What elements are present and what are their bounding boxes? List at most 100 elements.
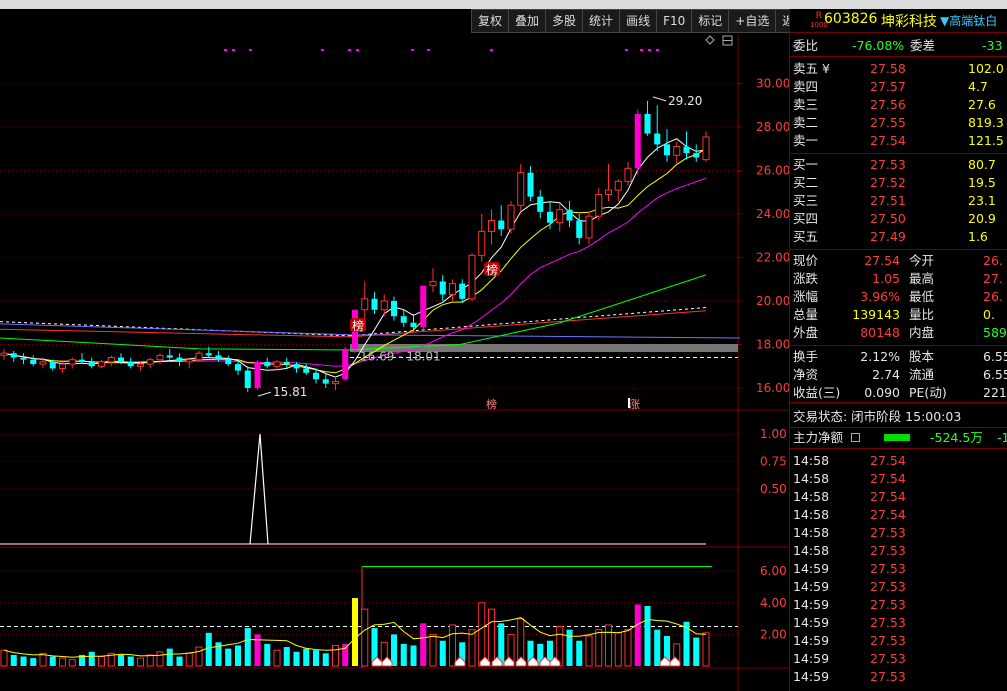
toolbar-add-watchlist-button[interactable]: +自选: [728, 9, 777, 33]
candle-body: [429, 280, 437, 287]
toolbar-f10-button[interactable]: F10: [656, 9, 693, 33]
sell-row[interactable]: 卖一 27.54 121.5: [790, 132, 1007, 150]
fund-value: 0.090: [864, 385, 900, 400]
volume-bar: [644, 605, 651, 666]
order-price: 27.55: [870, 115, 906, 130]
volume-bar: [205, 632, 212, 666]
quote-value: 27.54: [864, 253, 900, 268]
fund-label: 换手: [793, 349, 819, 364]
candle-body: [156, 354, 164, 361]
tick-price: 27.53: [870, 543, 906, 558]
sell-row[interactable]: 卖二 27.55 819.3: [790, 114, 1007, 132]
volume-bar: [97, 656, 106, 667]
sell-row[interactable]: 卖三 27.56 27.6: [790, 96, 1007, 114]
candle-body: [693, 153, 700, 158]
quote-value: 139143: [852, 307, 900, 322]
candle-body: [371, 298, 378, 310]
tick-row: 14:59 27.53: [790, 596, 1007, 614]
fund-value: 6.55: [983, 367, 1007, 382]
tick-row: 14:59 27.53: [790, 578, 1007, 596]
concept-tag[interactable]: ▼高端钛白: [940, 12, 997, 29]
toolbar-multi-stock-button[interactable]: 多股: [545, 9, 584, 33]
tick-time: 14:59: [793, 651, 830, 666]
volume-bar: [293, 651, 300, 666]
candle-body: [585, 215, 593, 239]
sell-row[interactable]: 卖五 ¥ 27.58 102.0: [790, 60, 1007, 78]
volume-bar: [634, 604, 641, 666]
toolbar-fuquan-button[interactable]: 复权: [471, 9, 510, 33]
order-price: 27.54: [870, 133, 906, 148]
tick-time: 14:58: [793, 453, 830, 468]
order-volume: 819.3: [968, 115, 1004, 130]
quote-value: 26.: [983, 253, 1003, 268]
fund-value: 221: [983, 385, 1007, 400]
candle-body: [88, 361, 95, 367]
volume-bar: [244, 628, 251, 666]
buy-row[interactable]: 买三 27.51 23.1: [790, 192, 1007, 210]
buy-row[interactable]: 买五 27.49 1.6: [790, 228, 1007, 246]
volume-bar: [361, 608, 369, 667]
quote-label: 内盘: [909, 325, 935, 340]
candle-body: [556, 209, 564, 224]
quote-label: 量比: [909, 307, 935, 322]
volume-bar: [420, 623, 427, 666]
candle-body: [195, 352, 203, 361]
candle-body: [97, 361, 106, 367]
volume-bar: [254, 634, 261, 666]
candle-body: [244, 370, 251, 388]
order-volume: 27.6: [968, 97, 996, 112]
fund-label: PE(动): [909, 385, 947, 400]
signal-marker: [249, 49, 252, 51]
toolbar-stats-button[interactable]: 统计: [582, 9, 621, 33]
price-tick-label: 28.00: [756, 120, 789, 134]
volume-bar: [448, 624, 457, 667]
quote-label: 最低: [909, 289, 935, 304]
kline-chart[interactable]: 30.00 28.00 26.00 24.00 22.00 20.00 18.00 16.00…: [0, 0, 789, 691]
divider: [790, 402, 1007, 403]
tick-row: 14:58 27.53: [790, 542, 1007, 560]
buy-row[interactable]: 买四 27.50 20.9: [790, 210, 1007, 228]
stock-header: R 1000 603826 坤彩科技 ▼高端钛白: [790, 9, 1007, 31]
buy-row[interactable]: 买二 27.52 19.5: [790, 174, 1007, 192]
volume-bar: [702, 632, 710, 667]
toolbar-overlay-button[interactable]: 叠加: [508, 9, 547, 33]
quote-value: 26.: [983, 289, 1003, 304]
candle-body: [644, 113, 651, 134]
fund-row: 换手 2.12% 股本 6.55: [790, 348, 1007, 366]
tick-time: 14:59: [793, 633, 830, 648]
quote-value: 1.05: [872, 271, 900, 286]
quote-value: 3.96%: [860, 289, 900, 304]
buy-row[interactable]: 买一 27.53 80.7: [790, 156, 1007, 174]
price-tick-label: 26.00: [756, 164, 789, 178]
quote-row: 涨幅 3.96% 最低 26.: [790, 288, 1007, 306]
tick-row: 14:59 27.53: [790, 632, 1007, 650]
candle-body: [546, 211, 554, 223]
list-icon[interactable]: [851, 433, 860, 442]
order-price: 27.53: [870, 157, 906, 172]
order-label: 卖二: [793, 115, 819, 130]
candle-body: [468, 254, 476, 300]
tick-time: 14:58: [793, 525, 830, 540]
bottom-bang-label: 榜: [486, 397, 497, 411]
range-label: 16.69 - 18.01: [360, 349, 441, 363]
quote-label: 涨幅: [793, 289, 819, 304]
trade-status: 交易状态: 闭市阶段 15:00:03: [790, 408, 1007, 426]
quote-value: 80148: [860, 325, 900, 340]
volume-bar: [20, 656, 27, 666]
sell-row[interactable]: 卖四 27.57 4.7: [790, 78, 1007, 96]
candle-body: [439, 281, 446, 295]
candle-body: [634, 113, 641, 169]
candle-body: [127, 361, 134, 367]
quote-label: 外盘: [793, 325, 819, 340]
toolbar-mark-button[interactable]: 标记: [691, 9, 730, 33]
candle-body: [39, 361, 47, 365]
candle-body: [322, 379, 329, 384]
candle-body: [20, 357, 27, 360]
toolbar-draw-button[interactable]: 画线: [619, 9, 658, 33]
volume-bar: [146, 654, 154, 667]
volume-bar: [225, 648, 232, 666]
signal-marker: [232, 49, 235, 51]
candle-body: [624, 167, 632, 182]
volume-bar: [303, 648, 310, 666]
candle-body: [537, 196, 544, 212]
